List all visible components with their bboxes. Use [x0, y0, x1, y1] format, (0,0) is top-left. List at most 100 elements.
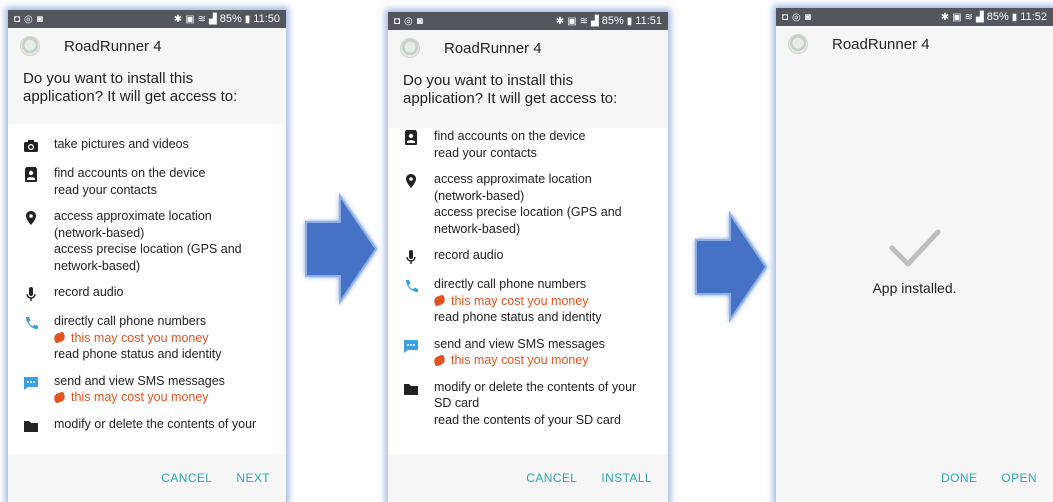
installed-text: App installed. [872, 280, 957, 296]
app-logo-icon [788, 34, 808, 54]
dialog-footer: CANCEL INSTALL [388, 454, 668, 502]
cost-warning: this may cost you money [52, 389, 225, 406]
permission-line: read your contacts [54, 182, 157, 197]
status-bar: ◘ ◎ ◙ ✱ ▣ ≋ ▟ 85% ▮ 11:50 [8, 10, 286, 28]
permission-line: access precise location (GPS and [54, 242, 242, 256]
dialog-footer: DONE OPEN [776, 454, 1053, 502]
settings-icon: ◙ [416, 15, 423, 27]
battery-percent: 85% [601, 15, 624, 27]
sync-icon: ◎ [792, 11, 801, 23]
folder-icon [22, 417, 40, 435]
permission-line: directly call phone numbers [434, 277, 587, 291]
cancel-button[interactable]: CANCEL [161, 471, 212, 485]
microphone-icon [22, 285, 40, 303]
next-button[interactable]: NEXT [236, 471, 270, 485]
permission-text: find accounts on the device read your con… [434, 128, 586, 161]
permission-line: network-based) [434, 221, 521, 236]
app-logo-icon [20, 36, 40, 56]
phone-icon [22, 314, 40, 332]
sync-icon: ◎ [404, 15, 413, 27]
cost-warning: this may cost you money [52, 330, 221, 347]
permission-line: send and view SMS messages [54, 373, 225, 388]
permission-line: modify or delete the contents of your [434, 379, 637, 394]
signal-icon: ▟ [976, 11, 984, 23]
cost-warning-text: this may cost you money [71, 390, 209, 404]
permission-line: directly call phone numbers [54, 314, 207, 328]
permission-text: modify or delete the contents of your [54, 416, 256, 433]
battery-icon: ▮ [626, 15, 633, 27]
app-name: RoadRunner 4 [832, 35, 930, 53]
signal-icon: ▟ [209, 13, 217, 25]
installed-message: App installed. [776, 228, 1053, 296]
permission-item: send and view SMS messages this may cost … [388, 336, 668, 369]
folder-icon [402, 380, 420, 398]
done-button[interactable]: DONE [941, 471, 977, 485]
clock: 11:50 [253, 13, 280, 25]
cost-warning: this may cost you money [432, 352, 605, 369]
app-header: RoadRunner 4 [388, 30, 668, 66]
permission-text: take pictures and videos [54, 136, 189, 153]
checkmark-icon [889, 229, 940, 267]
app-name: RoadRunner 4 [444, 39, 542, 57]
permission-line: read phone status and identity [434, 310, 602, 324]
wifi-icon: ≋ [197, 13, 207, 25]
permission-text: directly call phone numbers this may cost… [52, 313, 222, 363]
wifi-icon: ≋ [579, 15, 589, 27]
nfc-icon: ▣ [185, 13, 195, 25]
battery-percent: 85% [219, 13, 242, 25]
permission-line: find accounts on the device [54, 166, 206, 180]
cost-warning-text: this may cost you money [71, 330, 209, 345]
bluetooth-icon: ✱ [555, 15, 565, 27]
permission-item: record audio [388, 247, 668, 266]
permission-line: modify or delete the contents of your [54, 416, 257, 431]
status-bar: ◘ ◎ ◙ ✱ ▣ ≋ ▟ 85% ▮ 11:51 [388, 12, 668, 30]
sms-icon [22, 374, 40, 392]
permission-text: record audio [434, 247, 504, 264]
notification-icon: ◘ [14, 13, 21, 25]
bluetooth-icon: ✱ [940, 11, 950, 23]
permission-text: send and view SMS messages this may cost … [432, 336, 605, 369]
phone-icon [402, 277, 420, 295]
permission-item: directly call phone numbers this may cost… [8, 313, 286, 363]
bluetooth-icon: ✱ [173, 13, 183, 25]
app-name: RoadRunner 4 [64, 37, 162, 55]
cost-warning: this may cost you money [432, 293, 601, 310]
permission-item: send and view SMS messages this may cost … [8, 373, 286, 406]
install-screen-2: ◘ ◎ ◙ ✱ ▣ ≋ ▟ 85% ▮ 11:51 RoadRunner 4 D… [388, 12, 668, 502]
permission-line: read your contacts [434, 145, 537, 160]
permission-list[interactable]: find accounts on the device read your con… [388, 128, 668, 458]
open-button[interactable]: OPEN [1001, 471, 1037, 485]
permission-item: take pictures and videos [8, 136, 286, 155]
arrow-right-icon [695, 210, 768, 324]
permission-line: take pictures and videos [54, 137, 189, 151]
wifi-icon: ≋ [964, 11, 974, 23]
cancel-button[interactable]: CANCEL [526, 471, 577, 485]
permission-line: SD card [434, 396, 480, 410]
permission-line: read the contents of your SD card [434, 412, 621, 427]
permission-line: access approximate location [434, 172, 592, 186]
permission-text: record audio [54, 284, 124, 301]
install-button[interactable]: INSTALL [601, 471, 652, 485]
permission-list[interactable]: take pictures and videos find accounts on… [8, 124, 286, 454]
permission-line: record audio [434, 248, 504, 262]
install-screen-1: ◘ ◎ ◙ ✱ ▣ ≋ ▟ 85% ▮ 11:50 RoadRunner 4 D… [8, 10, 286, 502]
permission-item: find accounts on the device read your con… [8, 165, 286, 198]
arrow-right-icon [305, 192, 378, 306]
permission-line: read phone status and identity [54, 347, 222, 361]
sms-icon [402, 337, 420, 355]
permission-text: access approximate location (network-base… [434, 171, 622, 237]
permission-text: send and view SMS messages this may cost … [52, 373, 225, 406]
permission-item: modify or delete the contents of your [8, 416, 286, 435]
permission-item: access approximate location (network-base… [388, 171, 668, 237]
settings-icon: ◙ [36, 13, 43, 25]
permission-text: modify or delete the contents of your SD … [434, 379, 636, 429]
permission-text: directly call phone numbers this may cost… [432, 276, 602, 326]
nfc-icon: ▣ [952, 11, 962, 23]
money-warning-icon [52, 331, 67, 344]
installed-screen: ◘ ◎ ◙ ✱ ▣ ≋ ▟ 85% ▮ 11:52 RoadRunner 4 A… [776, 8, 1053, 502]
clock: 11:51 [635, 15, 662, 27]
permission-line: find accounts on the device [434, 129, 586, 143]
permission-line: (network-based) [54, 225, 145, 240]
app-header: RoadRunner 4 [8, 28, 286, 64]
install-question: Do you want to install this application?… [388, 66, 668, 118]
